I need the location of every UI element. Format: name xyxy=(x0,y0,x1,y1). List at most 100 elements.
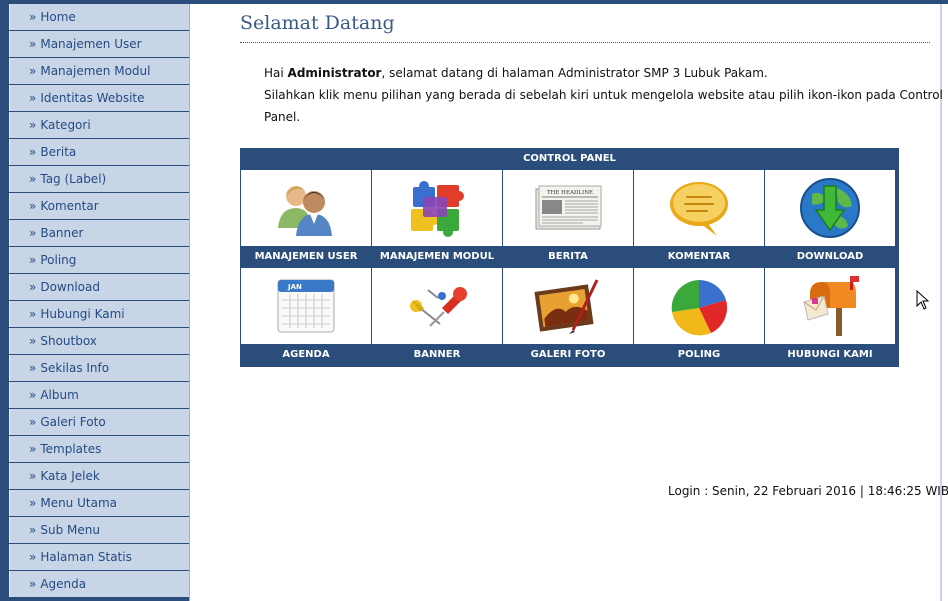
welcome-text: Hai Administrator, selamat datang di hal… xyxy=(264,62,948,128)
left-strip xyxy=(0,4,9,601)
sidebar-item-agenda[interactable]: »Agenda xyxy=(9,571,189,597)
sidebar-item-kategori[interactable]: »Kategori xyxy=(9,112,189,138)
cp-image: THE HEADLINE xyxy=(503,170,633,246)
cp-image xyxy=(372,268,502,344)
sidebar-item-album[interactable]: » Album xyxy=(9,382,189,408)
sidebar-item-label: Shoutbox xyxy=(40,334,97,348)
menu-bullet: » xyxy=(29,442,36,456)
sidebar-item-banner[interactable]: »Banner xyxy=(9,220,189,246)
menu-bullet: » xyxy=(29,361,36,375)
menu-bullet: » xyxy=(29,145,36,159)
pie-chart-icon xyxy=(667,274,731,338)
sidebar-item-label: Manajemen User xyxy=(40,37,141,51)
sidebar-item-manajemen-modul[interactable]: » Manajemen Modul xyxy=(9,58,189,84)
cp-agenda[interactable]: JAN AGENDA xyxy=(241,268,371,366)
sidebar-item-label: Kata Jelek xyxy=(40,469,99,483)
cp-label: DOWNLOAD xyxy=(765,246,895,268)
menu-bullet: » xyxy=(29,550,36,564)
mouse-cursor-icon xyxy=(916,290,930,314)
calendar-icon: JAN xyxy=(274,276,338,336)
cp-label: MANAJEMEN MODUL xyxy=(372,246,502,268)
menu-bullet: » xyxy=(29,91,36,105)
sidebar-item-kata-jelek[interactable]: » Kata Jelek xyxy=(9,463,189,489)
globe-download-icon xyxy=(798,176,862,240)
sidebar-item-label: Home xyxy=(40,10,75,24)
greeting-line: Hai Administrator, selamat datang di hal… xyxy=(264,62,948,84)
menu-bullet: » xyxy=(29,307,36,321)
sidebar-item-label: Sub Menu xyxy=(40,523,100,537)
sidebar-item-label: Kategori xyxy=(40,118,90,132)
cp-banner[interactable]: BANNER xyxy=(372,268,502,366)
sidebar-item-tag[interactable]: »Tag (Label) xyxy=(9,166,189,192)
cp-manajemen-modul[interactable]: MANAJEMEN MODUL xyxy=(372,170,502,268)
pushpin-icon xyxy=(402,278,472,334)
cp-label: POLING xyxy=(634,344,764,366)
menu-bullet: » xyxy=(29,199,36,213)
sidebar-item-identitas-website[interactable]: »Identitas Website xyxy=(9,85,189,111)
menu-bullet: » xyxy=(29,469,36,483)
menu-bullet: » xyxy=(29,64,36,78)
cp-berita[interactable]: THE HEADLINE BERITA xyxy=(503,170,633,268)
cp-download[interactable]: DOWNLOAD xyxy=(765,170,895,268)
newspaper-masthead: THE HEADLINE xyxy=(547,190,593,196)
sidebar-menu: » Home » Manajemen User » Manajemen Modul »… xyxy=(9,4,189,601)
sidebar-item-download[interactable]: »Download xyxy=(9,274,189,300)
cp-manajemen-user[interactable]: MANAJEMEN USER xyxy=(241,170,371,268)
cp-label: GALERI FOTO xyxy=(503,344,633,366)
menu-bullet: » xyxy=(29,253,36,267)
sidebar-item-poling[interactable]: »Poling xyxy=(9,247,189,273)
newspaper-icon: THE HEADLINE xyxy=(533,183,603,233)
sidebar-item-manajemen-user[interactable]: » Manajemen User xyxy=(9,31,189,57)
sidebar-item-label: Hubungi Kami xyxy=(40,307,124,321)
sidebar-item-sub-menu[interactable]: »Sub Menu xyxy=(9,517,189,543)
sidebar-item-berita[interactable]: »Berita xyxy=(9,139,189,165)
cp-image xyxy=(634,170,764,246)
cp-image xyxy=(503,268,633,344)
cp-galeri-foto[interactable]: GALERI FOTO xyxy=(503,268,633,366)
cp-hubungi-kami[interactable]: HUBUNGI KAMI xyxy=(765,268,895,366)
menu-bullet: » xyxy=(29,496,36,510)
cp-label: KOMENTAR xyxy=(634,246,764,268)
title-divider xyxy=(240,42,930,43)
cp-image xyxy=(765,170,895,246)
sidebar-item-halaman-statis[interactable]: »Halaman Statis xyxy=(9,544,189,570)
greeting-prefix: Hai xyxy=(264,66,288,80)
puzzle-icon xyxy=(405,177,469,239)
mailbox-icon xyxy=(798,274,862,338)
menu-bullet: » xyxy=(29,226,36,240)
instruction-line: Silahkan klik menu pilihan yang berada d… xyxy=(264,84,948,128)
sidebar-item-label: Download xyxy=(40,280,100,294)
sidebar-item-label: Templates xyxy=(40,442,101,456)
menu-bullet: » xyxy=(29,37,36,51)
sidebar-item-home[interactable]: » Home xyxy=(9,4,189,30)
menu-bullet: » xyxy=(29,577,36,591)
sidebar-item-label: Galeri Foto xyxy=(40,415,105,429)
painting-icon xyxy=(533,276,603,336)
users-icon xyxy=(274,178,338,238)
menu-bullet: » xyxy=(29,334,36,348)
sidebar-item-shoutbox[interactable]: » Shoutbox xyxy=(9,328,189,354)
control-panel-title: CONTROL PANEL xyxy=(240,148,899,170)
speech-bubble-icon xyxy=(667,178,731,238)
cp-komentar[interactable]: KOMENTAR xyxy=(634,170,764,268)
sidebar-item-sekilas-info[interactable]: »Sekilas Info xyxy=(9,355,189,381)
user-name: Administrator xyxy=(288,66,382,80)
sidebar-item-menu-utama[interactable]: » Menu Utama xyxy=(9,490,189,516)
cp-label: HUBUNGI KAMI xyxy=(765,344,895,366)
menu-bullet: » xyxy=(29,10,36,24)
sidebar-item-label: Album xyxy=(40,388,78,402)
cp-image xyxy=(372,170,502,246)
cp-poling[interactable]: POLING xyxy=(634,268,764,366)
sidebar-item-label: Menu Utama xyxy=(40,496,117,510)
sidebar-item-label: Manajemen Modul xyxy=(40,64,150,78)
sidebar-item-templates[interactable]: » Templates xyxy=(9,436,189,462)
cp-label: MANAJEMEN USER xyxy=(241,246,371,268)
cp-label: BANNER xyxy=(372,344,502,366)
sidebar-item-galeri-foto[interactable]: » Galeri Foto xyxy=(9,409,189,435)
sidebar-item-hubungi-kami[interactable]: » Hubungi Kami xyxy=(9,301,189,327)
menu-bullet: » xyxy=(29,415,36,429)
sidebar-item-komentar[interactable]: »Komentar xyxy=(9,193,189,219)
menu-bullet: » xyxy=(29,172,36,186)
cp-label: AGENDA xyxy=(241,344,371,366)
menu-bullet: » xyxy=(29,388,36,402)
